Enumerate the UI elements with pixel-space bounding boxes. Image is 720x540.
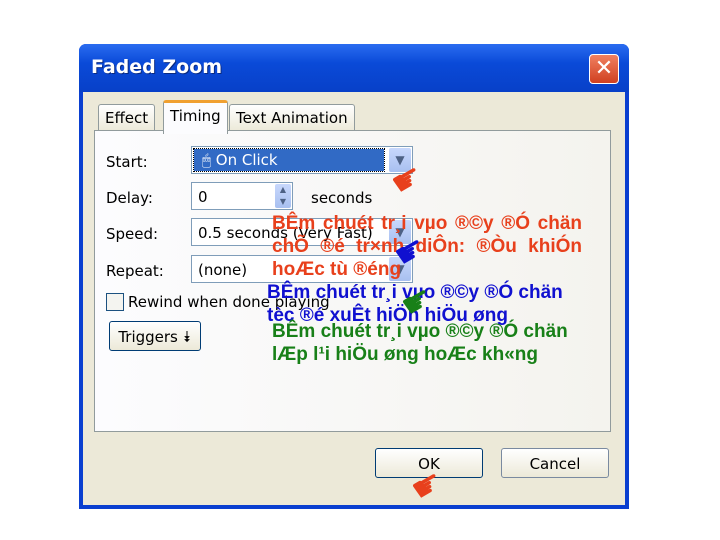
delay-input[interactable]: 0 ▲ ▼	[191, 182, 293, 210]
triggers-button[interactable]: Triggers ⯯	[109, 321, 201, 351]
annotation-start: BÊm chuét tr¸i vµo ®©y ®Ó chän chÕ ®é tr…	[272, 213, 582, 280]
start-value: On Click	[215, 151, 278, 169]
repeat-label: Repeat:	[106, 262, 164, 280]
delay-unit: seconds	[311, 189, 373, 207]
tab-timing[interactable]: Timing	[163, 100, 228, 134]
repeat-value: (none)	[198, 261, 248, 279]
start-label: Start:	[106, 153, 148, 171]
mouse-icon: 🖱	[202, 151, 212, 169]
delay-value: 0	[198, 188, 208, 206]
close-button[interactable]: ✕	[589, 54, 619, 84]
start-select[interactable]: 🖱 On Click ▼	[191, 146, 413, 174]
title-bar[interactable]: Faded Zoom ✕	[79, 44, 629, 92]
speed-label: Speed:	[106, 225, 159, 243]
annotation-repeat: BÊm chuét tr¸i vµo ®©y ®Ó chän lÆp l¹i h…	[272, 321, 568, 365]
double-chevron-down-icon: ⯯	[182, 328, 192, 346]
dialog-title: Faded Zoom	[91, 56, 223, 78]
cancel-button[interactable]: Cancel	[501, 448, 609, 478]
triggers-label: Triggers	[118, 328, 178, 346]
rewind-checkbox[interactable]	[106, 293, 124, 311]
delay-label: Delay:	[106, 189, 153, 207]
spinner-icon[interactable]: ▲ ▼	[275, 184, 291, 208]
tab-text-animation[interactable]: Text Animation	[229, 104, 355, 131]
tab-effect[interactable]: Effect	[98, 104, 156, 131]
